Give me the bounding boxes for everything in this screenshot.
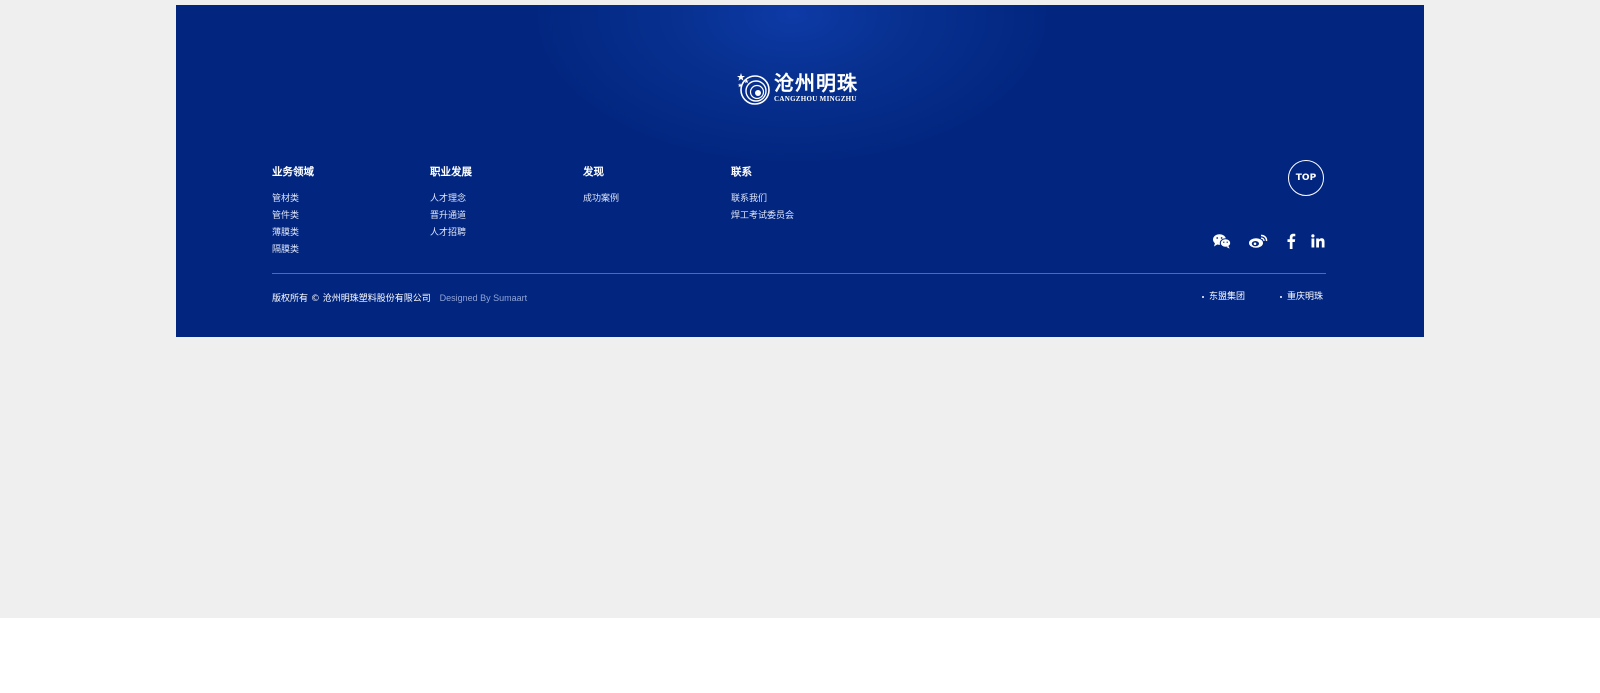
column-title: 业务领域 — [272, 166, 314, 178]
weibo-icon — [1249, 234, 1268, 248]
group-link-label: 东盟集团 — [1209, 292, 1246, 302]
column-title: 发现 — [583, 166, 604, 178]
bullet-dot — [1280, 295, 1282, 298]
facebook-button[interactable] — [1283, 231, 1299, 251]
footer-link-talent-philosophy[interactable]: 人才理念 — [430, 191, 472, 208]
logo-chinese-text: 沧州明珠 — [774, 71, 858, 95]
group-link-label: 重庆明珠 — [1287, 292, 1324, 302]
footer-link-pipes[interactable]: 管材类 — [272, 191, 314, 208]
footer-link-contact-us[interactable]: 联系我们 — [731, 191, 794, 208]
wechat-icon — [1213, 234, 1232, 249]
logo-mark-icon — [737, 73, 770, 105]
designer-credit-link[interactable]: Designed By Sumaart — [440, 293, 528, 303]
top-button-label: TOP — [1295, 173, 1317, 183]
footer-link-separators[interactable]: 隔膜类 — [272, 242, 314, 259]
footer-link-welder-committee[interactable]: 焊工考试委员会 — [731, 208, 794, 225]
site-footer: 沧州明珠 CANGZHOU MINGZHU 业务领域 管材类 管件类 薄膜类 隔… — [176, 5, 1424, 337]
linkedin-icon — [1311, 234, 1325, 248]
copyright: 版权所有 © 沧州明珠塑料股份有限公司 Designed By Sumaart — [272, 292, 527, 305]
footer-link-promotion[interactable]: 晋升通道 — [430, 208, 472, 225]
footer-link-films[interactable]: 薄膜类 — [272, 225, 314, 242]
group-link-dongmeng[interactable]: 东盟集团 — [1202, 291, 1245, 303]
footer-column-career: 职业发展 人才理念 晋升通道 人才招聘 — [430, 165, 472, 242]
wechat-button[interactable] — [1211, 231, 1233, 251]
logo-english-text: CANGZHOU MINGZHU — [774, 95, 857, 103]
footer-link-fittings[interactable]: 管件类 — [272, 208, 314, 225]
copyright-text: 版权所有 © 沧州明珠塑料股份有限公司 — [272, 294, 431, 304]
company-logo[interactable]: 沧州明珠 CANGZHOU MINGZHU — [736, 68, 864, 108]
footer-divider — [272, 273, 1326, 274]
column-title: 职业发展 — [430, 166, 472, 178]
footer-column-discover: 发现 成功案例 — [583, 165, 619, 208]
weibo-button[interactable] — [1247, 231, 1269, 251]
bullet-dot — [1202, 295, 1204, 298]
linkedin-button[interactable] — [1308, 231, 1328, 251]
column-title: 联系 — [731, 166, 752, 178]
footer-link-recruitment[interactable]: 人才招聘 — [430, 225, 472, 242]
footer-column-contact: 联系 联系我们 焊工考试委员会 — [731, 165, 794, 225]
group-link-chongqing[interactable]: 重庆明珠 — [1280, 291, 1323, 303]
facebook-icon — [1287, 233, 1296, 249]
footer-column-business: 业务领域 管材类 管件类 薄膜类 隔膜类 — [272, 165, 314, 259]
footer-link-cases[interactable]: 成功案例 — [583, 191, 619, 208]
back-to-top-button[interactable]: TOP — [1288, 160, 1324, 196]
